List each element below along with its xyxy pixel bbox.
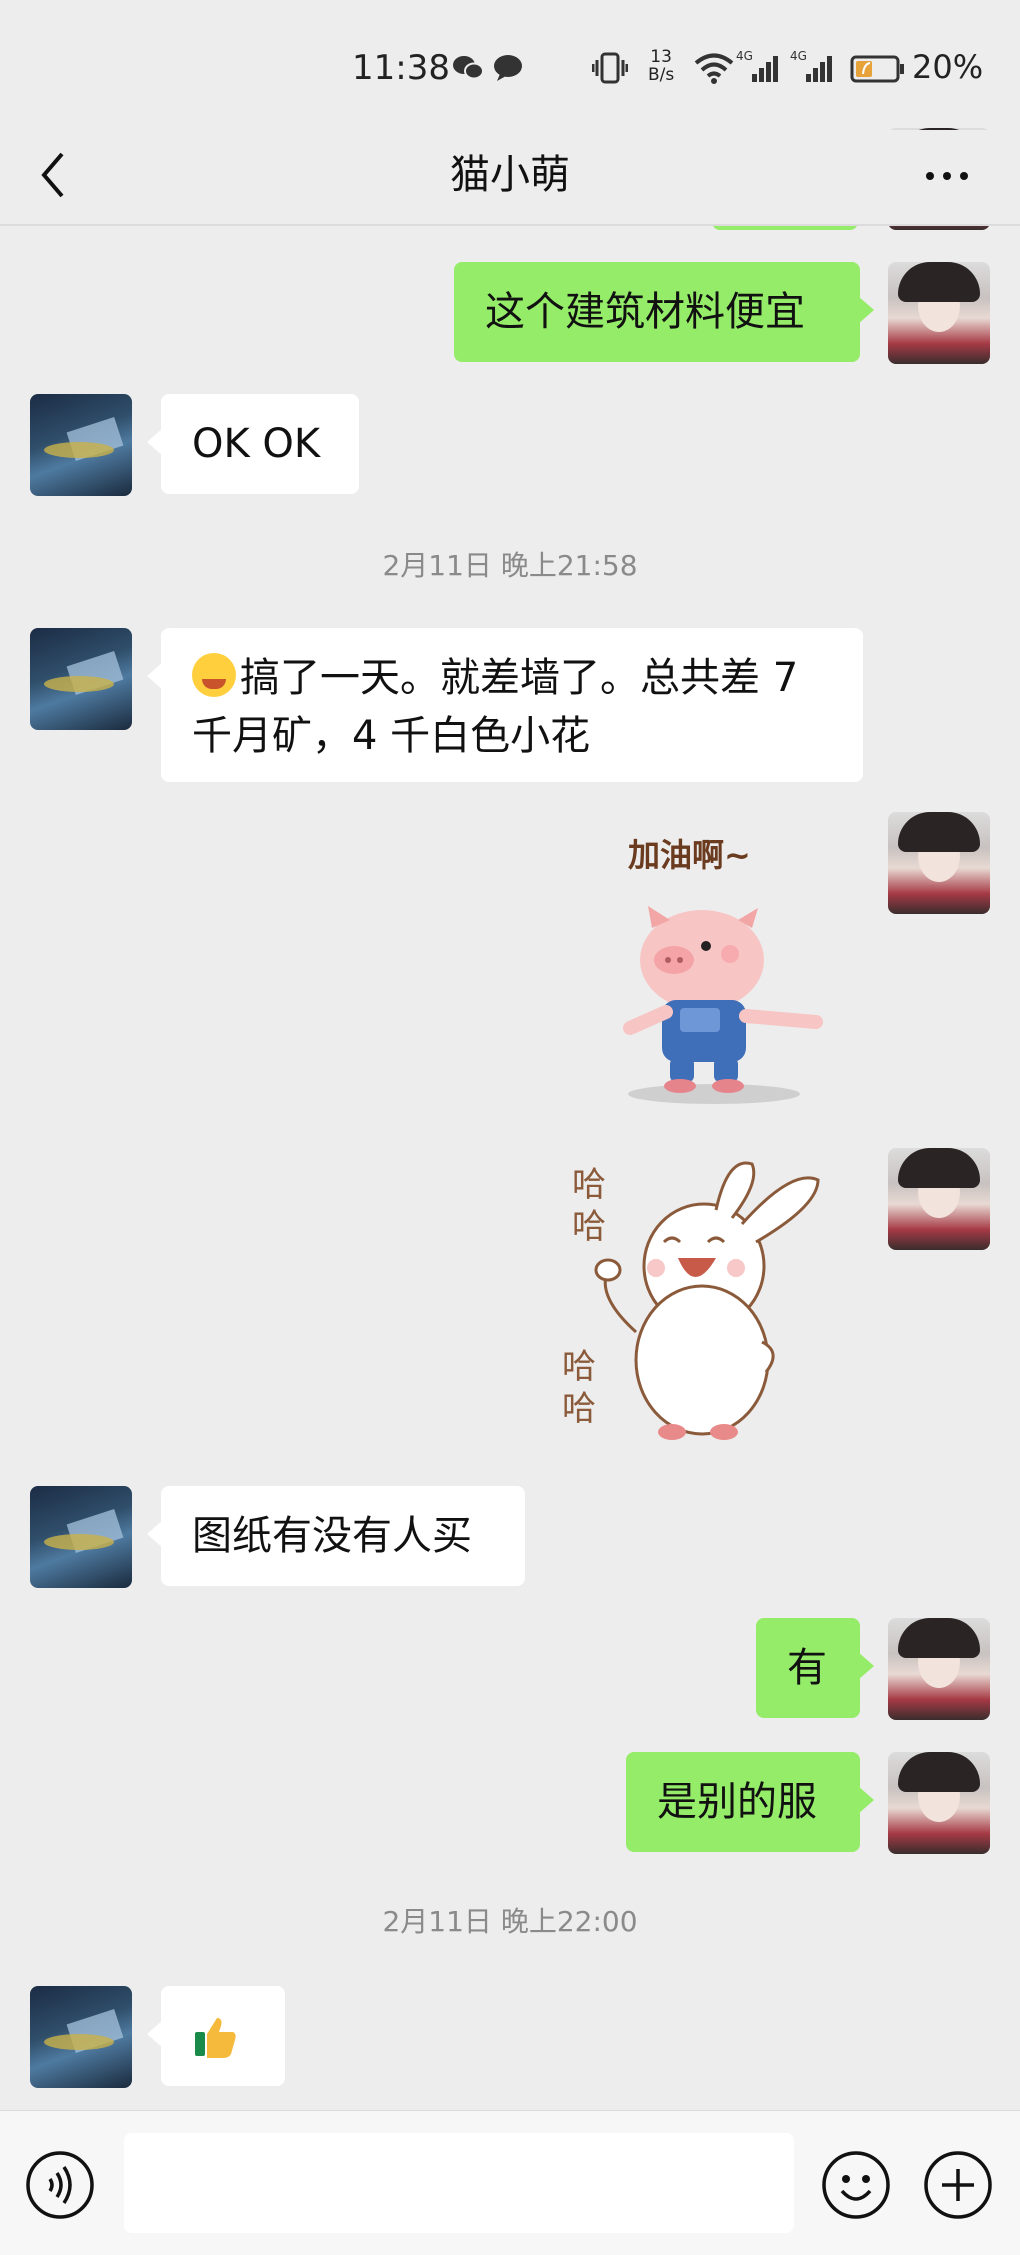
bunny-icon	[594, 1161, 820, 1440]
pig-icon	[623, 906, 823, 1104]
message-bubble[interactable]: 这个建筑材料便宜	[454, 262, 874, 362]
message-bubble[interactable]: 搞了一天。就差墙了。总共差 7 千月矿，4 千白色小花	[147, 628, 863, 782]
bunny-laugh-sticker[interactable]: 哈哈 哈哈	[556, 1146, 856, 1446]
my-avatar[interactable]	[888, 1148, 990, 1250]
message-text: OK OK	[192, 421, 321, 467]
voice-input-icon[interactable]	[24, 2149, 96, 2221]
grimace-laugh-emoji-icon	[192, 653, 236, 697]
emoji-icon[interactable]	[820, 2149, 892, 2221]
message-text-line-2: 千月矿，4 千白色小花	[192, 713, 591, 759]
pig-cheer-sticker[interactable]: 加油啊~	[610, 812, 850, 1112]
chat-header: 猫小萌	[0, 130, 1020, 226]
message-text: 有	[787, 1645, 827, 1691]
message-text: 图纸有没有人买	[192, 1513, 472, 1559]
contact-avatar[interactable]	[30, 628, 132, 730]
my-avatar[interactable]	[888, 262, 990, 364]
chat-title: 猫小萌	[450, 152, 570, 198]
message-text: 这个建筑材料便宜	[485, 289, 805, 335]
my-avatar[interactable]	[888, 1752, 990, 1854]
contact-avatar[interactable]	[30, 1986, 132, 2088]
contact-avatar[interactable]	[30, 394, 132, 496]
input-bar	[0, 2110, 1020, 2255]
my-avatar[interactable]	[888, 1618, 990, 1720]
message-bubble[interactable]	[147, 1986, 285, 2086]
timestamp: 2月11日 晚上21:58	[382, 549, 638, 582]
plus-icon[interactable]	[922, 2149, 994, 2221]
message-bubble[interactable]: 图纸有没有人买	[147, 1486, 525, 1586]
more-options-icon[interactable]	[916, 140, 986, 210]
contact-avatar[interactable]	[30, 1486, 132, 1588]
message-text: 是别的服	[657, 1779, 817, 1825]
message-bubble[interactable]: 是别的服	[626, 1752, 874, 1852]
message-bubble[interactable]: 有	[756, 1618, 874, 1718]
message-input[interactable]	[124, 2133, 794, 2233]
timestamp: 2月11日 晚上22:00	[382, 1905, 638, 1938]
header-divider	[0, 224, 1020, 226]
message-text-line-1: 搞了一天。就差墙了。总共差 7	[240, 655, 799, 701]
chat-list[interactable]: 这个建筑材料便宜 OK OK 2月11日 晚上21:58 搞了一天。就差墙了。总…	[0, 0, 1020, 2100]
my-avatar[interactable]	[888, 812, 990, 914]
message-bubble[interactable]: OK OK	[147, 394, 359, 494]
thumbs-up-emoji-icon	[195, 2018, 236, 2058]
